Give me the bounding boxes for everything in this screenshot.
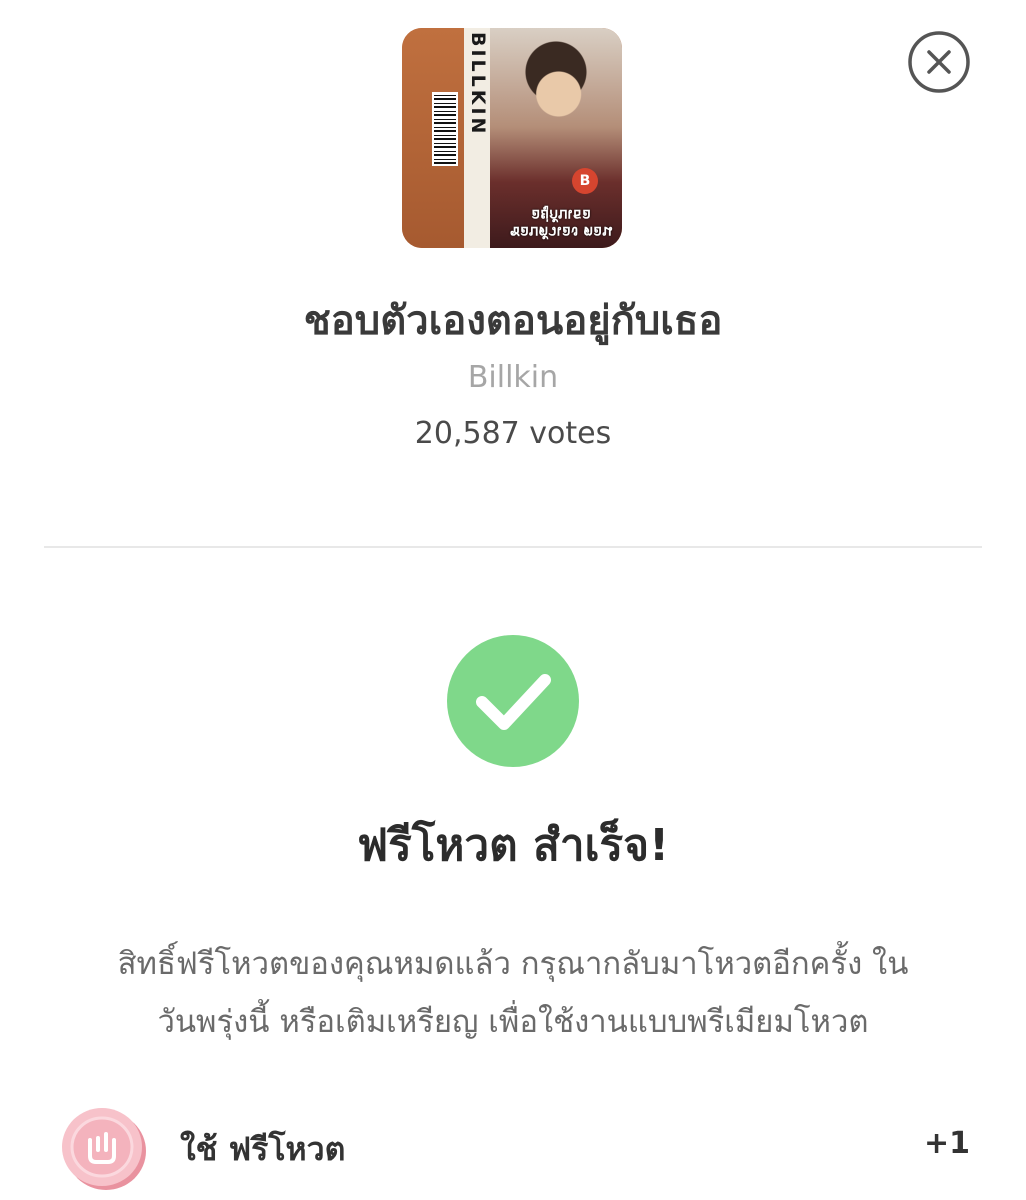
song-title: ชอบตัวเองตอนอยู่กับเธอ xyxy=(303,298,723,344)
check-circle-icon xyxy=(446,634,580,768)
vote-coin-icon xyxy=(60,1104,148,1192)
cover-title-text: ชอบตัวเอง ตอนอยู่กับเธอ xyxy=(509,206,613,241)
barcode xyxy=(432,92,458,166)
cover-badge: B xyxy=(572,168,598,194)
success-title: ฟรีโหวต สำเร็จ! xyxy=(356,820,670,871)
result-message: สิทธิ์ฟรีโหวตของคุณหมดแล้ว กรุณากลับมาโห… xyxy=(40,935,986,1051)
close-icon xyxy=(908,31,970,93)
vote-count: 20,587 votes xyxy=(414,416,612,451)
use-free-vote-label[interactable]: ใช้ ฟรีโหวต xyxy=(180,1124,345,1175)
result-message-line-1: สิทธิ์ฟรีโหวตของคุณหมดแล้ว กรุณากลับมาโห… xyxy=(117,946,909,982)
cover-spine-text: BILLKIN xyxy=(467,32,489,137)
result-message-line-2: วันพรุ่งนี้ หรือเติมเหรียญ เพื่อใช้งานแบ… xyxy=(157,1004,869,1040)
close-button[interactable] xyxy=(908,31,970,93)
divider xyxy=(44,546,982,548)
artist-name: Billkin xyxy=(467,360,559,395)
album-cover: BILLKIN B ชอบตัวเอง ตอนอยู่กับเธอ xyxy=(402,28,622,248)
free-vote-count: +1 xyxy=(923,1126,970,1161)
